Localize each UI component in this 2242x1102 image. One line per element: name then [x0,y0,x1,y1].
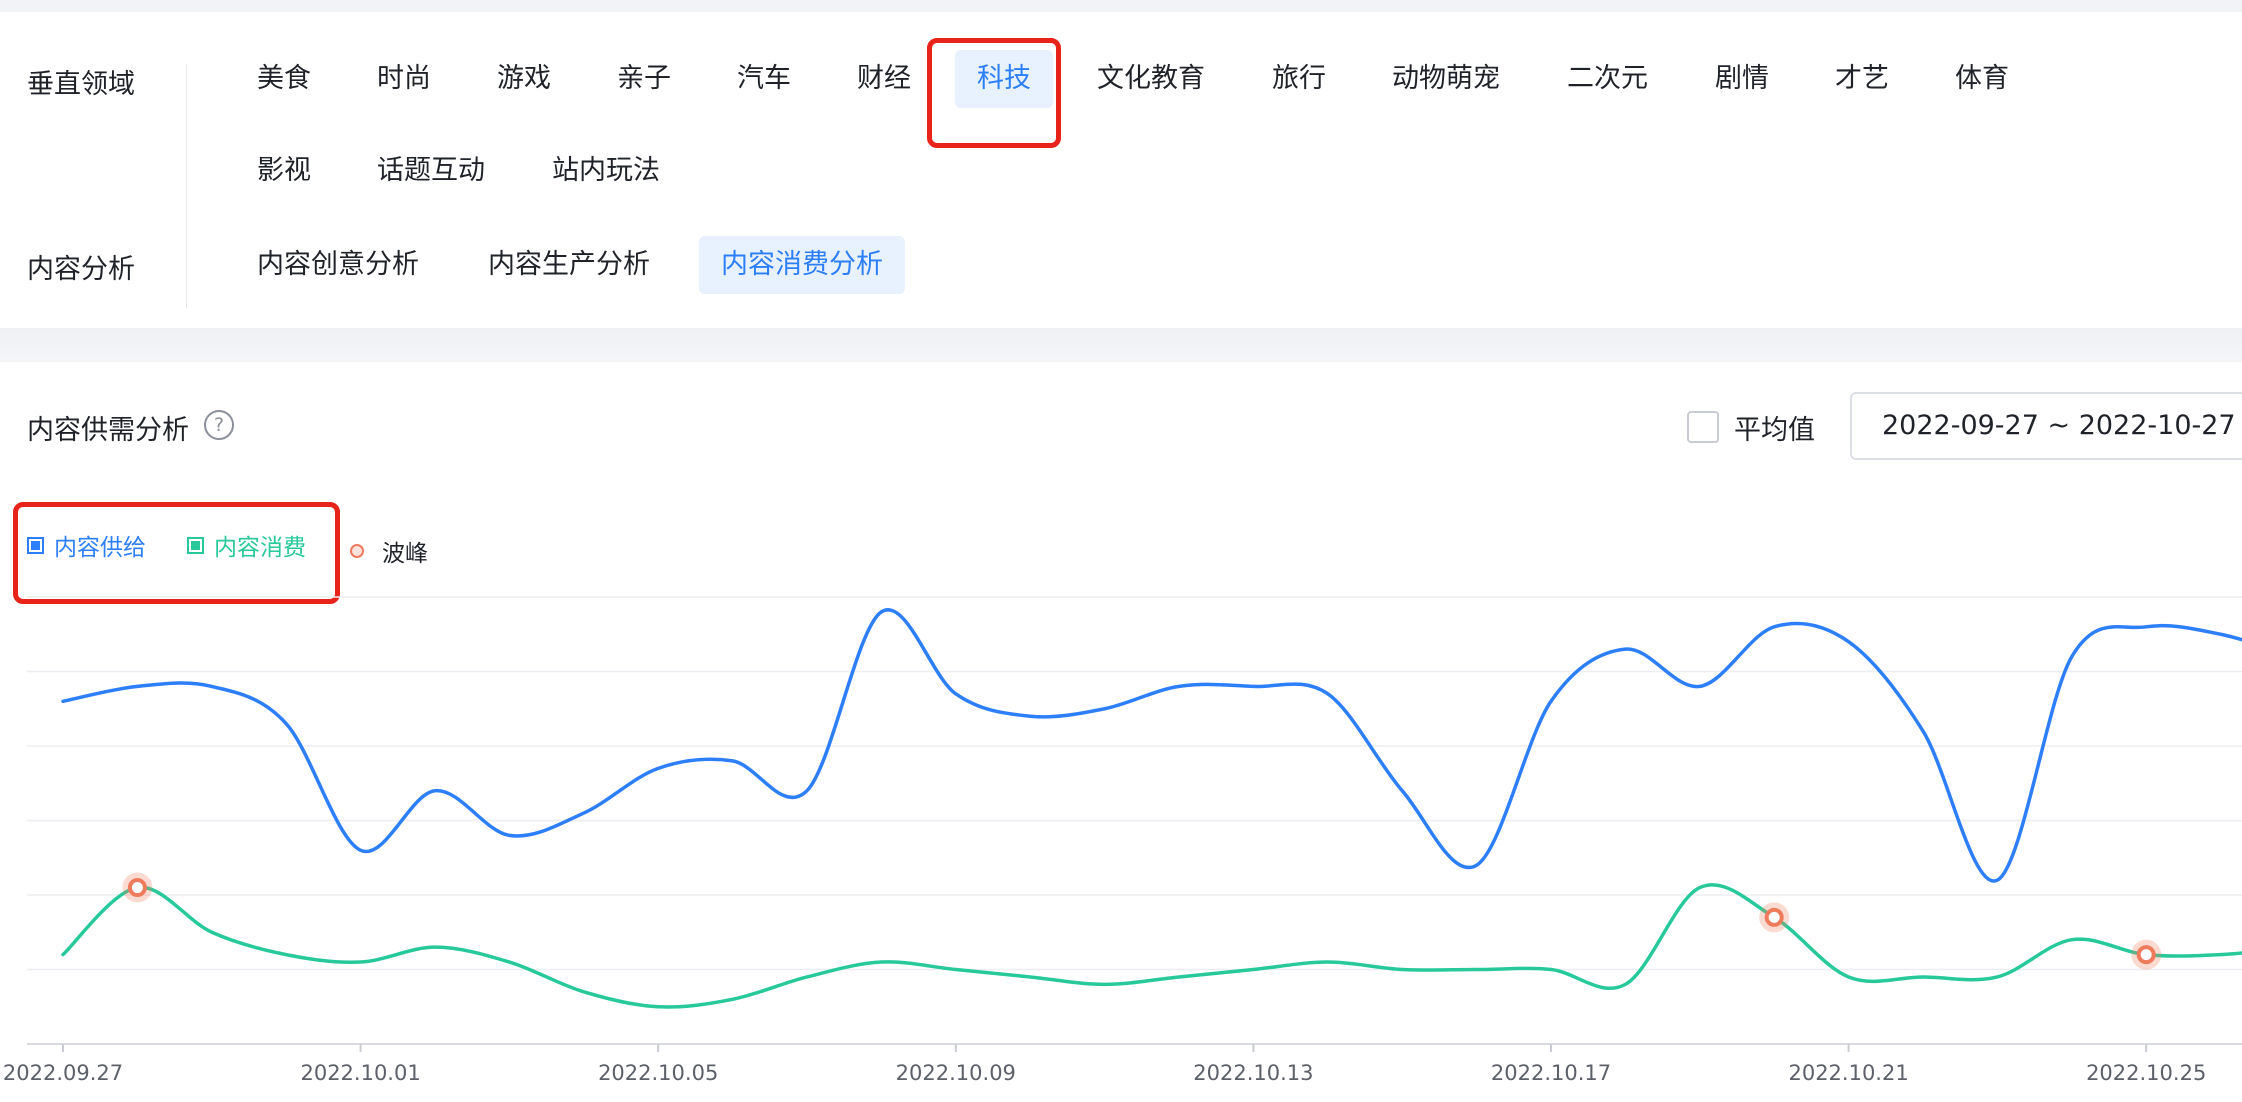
vertical-label: 垂直领域 [27,69,135,100]
x-tick-label: 2022.10.05 [598,1061,718,1085]
peak-marker [2136,945,2156,965]
tag-talent[interactable]: 才艺 [1813,50,1911,108]
x-tick-label: 2022.10.25 [2086,1061,2206,1085]
tag-travel[interactable]: 旅行 [1250,50,1348,108]
peak-marker [1764,907,1784,927]
series-line-consume [61,883,2242,1009]
tag-games[interactable]: 游戏 [475,50,573,108]
tag-food[interactable]: 美食 [235,50,333,108]
tag-culture-education[interactable]: 文化教育 [1075,50,1227,108]
section-gap [0,328,2242,362]
x-tick-label: 2022.10.09 [896,1061,1016,1085]
tag-parenting[interactable]: 亲子 [595,50,693,108]
tag-sports[interactable]: 体育 [1933,50,2031,108]
annotation-box-tech [927,38,1061,148]
line-chart: 2022.09.27 2022.10.01 2022.10.05 2022.10.09… [3,596,2242,1085]
chart-panel: 内容供需分析 ? 平均值 2022-09-27 ~ 2022-10-27 内容供… [0,362,2242,1102]
x-tick-label: 2022.10.21 [1788,1061,1908,1085]
tag-film[interactable]: 影视 [235,142,333,200]
tag-finance[interactable]: 财经 [835,50,933,108]
top-strip [0,0,2242,12]
tag-fashion[interactable]: 时尚 [355,50,453,108]
x-tick-label: 2022.09.27 [3,1061,123,1085]
x-tick-label: 2022.10.13 [1193,1061,1313,1085]
tag-anime[interactable]: 二次元 [1545,50,1670,108]
filter-panel: 垂直领域 美食 时尚 游戏 亲子 汽车 财经 科技 文化教育 旅行 动物萌宠 二… [0,12,2242,328]
x-tick-label: 2022.10.17 [1491,1061,1611,1085]
content-analysis-label: 内容分析 [27,254,135,285]
filter-divider [186,64,187,308]
tag-topic-interaction[interactable]: 话题互动 [355,142,507,200]
tag-pets[interactable]: 动物萌宠 [1370,50,1522,108]
tag-auto[interactable]: 汽车 [715,50,813,108]
tag-onsite-play[interactable]: 站内玩法 [530,142,682,200]
tag-content-production[interactable]: 内容生产分析 [466,236,672,294]
tag-drama[interactable]: 剧情 [1693,50,1791,108]
tag-content-creative[interactable]: 内容创意分析 [235,236,441,294]
tag-content-consumption[interactable]: 内容消费分析 [699,236,905,294]
x-tick-label: 2022.10.01 [300,1061,420,1085]
peak-marker [127,878,147,898]
